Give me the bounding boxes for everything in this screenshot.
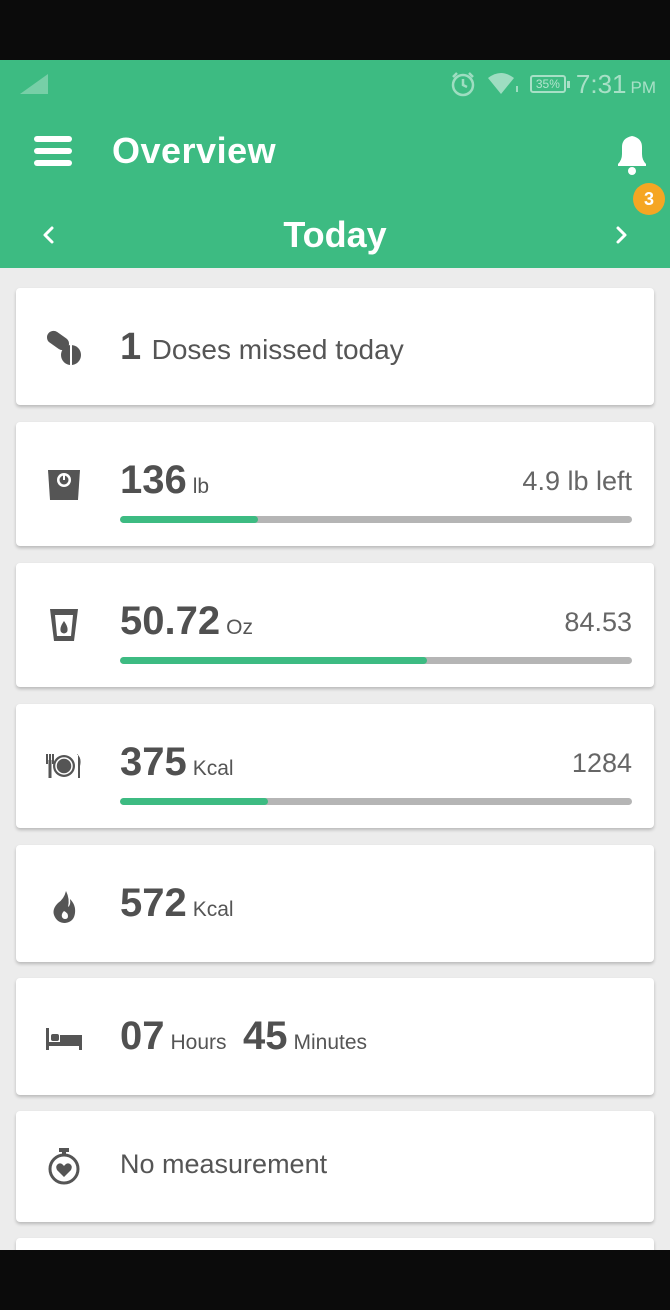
weight-progress-bar <box>120 516 632 523</box>
sleep-minutes: 45 <box>242 1014 288 1058</box>
water-glass-icon <box>50 609 78 641</box>
water-progress-fill <box>120 657 428 664</box>
plate-cutlery-icon <box>46 754 81 778</box>
wifi-icon <box>487 73 518 94</box>
bed-icon <box>46 1028 82 1050</box>
flame-icon <box>53 891 76 923</box>
page-title: Overview <box>112 130 277 171</box>
status-time: 7:31 PM <box>575 68 656 99</box>
food-goal: 1284 <box>571 748 632 778</box>
water-card[interactable]: 50.72 Oz 84.53 <box>16 563 654 687</box>
app-header: 35% 7:31 PM Overview 3 Today <box>0 60 670 268</box>
sleep-hours-unit: Hours <box>170 1031 227 1054</box>
sleep-hours: 07 <box>120 1014 165 1058</box>
food-progress-fill <box>120 798 269 805</box>
signal-icon <box>20 74 48 94</box>
doses-card[interactable]: 1 Doses missed today <box>16 288 654 405</box>
heart-rate-text: No measurement <box>120 1149 328 1179</box>
menu-icon[interactable] <box>34 136 72 166</box>
day-label: Today <box>283 214 387 255</box>
chevron-right-icon[interactable] <box>606 220 636 250</box>
battery-indicator: 35% <box>529 75 570 93</box>
top-system-area <box>0 0 670 60</box>
pills-icon <box>46 330 81 365</box>
burned-unit: Kcal <box>192 898 234 921</box>
notification-badge: 3 <box>633 183 665 215</box>
weight-unit: lb <box>192 475 210 498</box>
water-unit: Oz <box>226 616 253 639</box>
food-value: 375 <box>120 740 187 784</box>
alarm-icon <box>451 72 475 97</box>
food-card[interactable]: 375 Kcal 1284 <box>16 704 654 828</box>
heart-rate-card[interactable]: No measurement <box>16 1111 654 1222</box>
overview-list: 1 Doses missed today 136 lb 4.9 lb left 5… <box>0 268 670 1250</box>
scale-icon <box>48 470 80 500</box>
weight-value: 136 <box>120 458 187 502</box>
sleep-card[interactable]: 07 Hours 45 Minutes <box>16 978 654 1095</box>
calories-burned-card[interactable]: 572 Kcal <box>16 845 654 962</box>
navigation-bar-area <box>0 1250 670 1310</box>
doses-label: Doses missed today <box>151 334 404 365</box>
weight-card[interactable]: 136 lb 4.9 lb left <box>16 422 654 546</box>
water-progress-bar <box>120 657 632 664</box>
water-value: 50.72 <box>120 599 221 643</box>
weight-remaining: 4.9 lb left <box>522 466 632 496</box>
bell-icon[interactable] <box>610 130 654 176</box>
sleep-minutes-unit: Minutes <box>293 1031 368 1054</box>
status-bar: 35% 7:31 PM <box>0 60 670 108</box>
water-goal: 84.53 <box>564 607 632 637</box>
doses-count: 1 <box>120 326 142 368</box>
food-progress-bar <box>120 798 632 805</box>
heart-stopwatch-icon <box>48 1148 80 1185</box>
weight-progress-fill <box>120 516 259 523</box>
food-unit: Kcal <box>192 757 234 780</box>
burned-value: 572 <box>120 881 187 925</box>
next-card[interactable] <box>16 1238 654 1250</box>
